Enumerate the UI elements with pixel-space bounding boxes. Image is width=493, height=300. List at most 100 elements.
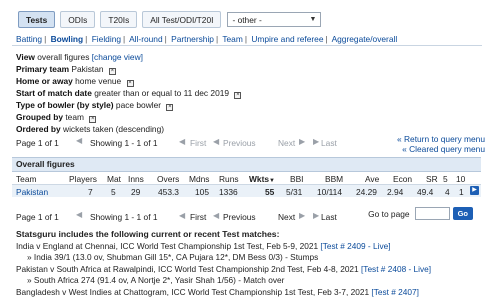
col-header-inns[interactable]: Inns [128, 174, 144, 184]
tab-t20is[interactable]: T20Is [100, 11, 138, 28]
match-link[interactable]: [Test # 2409 - Live] [320, 241, 390, 251]
last-page-icon: ▶ [313, 211, 320, 220]
cleared-query-menu-link[interactable]: Cleared query menu [409, 144, 485, 154]
return-arrow-icon: « [396, 134, 402, 144]
criteria-value: home venue [75, 76, 122, 86]
previous-page-link[interactable]: Previous [223, 212, 256, 222]
table-header-row: Team Players Mat Inns Overs Mdns Runs Wk… [12, 172, 481, 185]
last-page-link[interactable]: Last [321, 138, 337, 148]
remove-filter-icon[interactable]: × [89, 116, 97, 123]
remove-filter-icon[interactable]: × [108, 68, 116, 75]
first-page-icon: ◀ [179, 137, 186, 146]
col-header-10[interactable]: 10 [456, 174, 465, 184]
cell-mat: 5 [111, 187, 116, 197]
chevron-down-icon: ▼ [309, 16, 317, 23]
previous-page-link[interactable]: Previous [223, 138, 256, 148]
remove-filter-icon[interactable]: × [166, 104, 174, 111]
criteria-start-date: Start of match date greater than or equa… [16, 88, 242, 99]
next-page-link[interactable]: Next [278, 138, 295, 148]
criteria-label: Grouped by [16, 112, 63, 122]
tab-all-formats[interactable]: All Test/ODI/T20I [142, 11, 222, 28]
go-button[interactable]: Go [452, 207, 473, 220]
view-type-fielding[interactable]: Fielding [92, 34, 121, 44]
view-type-bowling[interactable]: Bowling [51, 34, 84, 44]
criteria-value: greater than or equal to 11 dec 2019 [94, 88, 230, 98]
view-type-batting[interactable]: Batting [16, 34, 42, 44]
criteria-bowler-type: Type of bowler (by style) pace bowler × [16, 100, 174, 111]
cell-ave: 24.29 [356, 187, 377, 197]
match-score: » South Africa 274 (91.4 ov, A Nortje 2*… [27, 275, 285, 285]
first-page-icon: ◀ [76, 136, 83, 145]
col-header-wkts[interactable]: Wkts▼ [249, 174, 275, 184]
view-type-umpire-referee[interactable]: Umpire and referee [251, 34, 323, 44]
sort-descending-icon: ▼ [269, 178, 275, 184]
criteria-label: Home or away [16, 76, 73, 86]
team-link[interactable]: Pakistan [16, 187, 48, 197]
cleared-query-link-row: « Cleared query menu [402, 144, 485, 154]
expand-row-icon[interactable]: ▶ [470, 186, 479, 195]
next-page-link[interactable]: Next [278, 212, 295, 222]
criteria-value: Pakistan [71, 64, 104, 74]
col-header-mat[interactable]: Mat [107, 174, 121, 184]
match-link[interactable]: [Test # 2407] [371, 287, 419, 297]
criteria-label: View [16, 52, 35, 62]
previous-page-icon: ◀ [213, 211, 220, 220]
cell-inns: 29 [131, 187, 141, 197]
cell-mdns: 105 [195, 187, 209, 197]
col-header-bbi[interactable]: BBI [290, 174, 304, 184]
showing-count: Showing 1 - 1 of 1 [90, 212, 158, 222]
other-format-select[interactable]: - other - ▼ [227, 12, 322, 27]
goto-page-input[interactable] [414, 207, 450, 220]
col-header-sr[interactable]: SR [426, 174, 438, 184]
remove-filter-icon[interactable]: × [126, 80, 134, 87]
match-link[interactable]: [Test # 2408 - Live] [361, 264, 431, 274]
col-header-overs[interactable]: Overs [157, 174, 179, 184]
col-header-team[interactable]: Team [16, 174, 36, 184]
criteria-label: Type of bowler (by style) [16, 100, 114, 110]
match-text: Bangladesh v West Indies at Chattogram, … [16, 287, 370, 297]
view-type-team[interactable]: Team [222, 34, 242, 44]
cell-5: 4 [445, 187, 450, 197]
cell-econ: 2.94 [387, 187, 404, 197]
cell-players: 7 [88, 187, 93, 197]
view-type-aggregate[interactable]: Aggregate/overall [332, 34, 398, 44]
cell-overs: 453.3 [158, 187, 179, 197]
criteria-label: Start of match date [16, 88, 92, 98]
col-header-mdns[interactable]: Mdns [189, 174, 209, 184]
match-text: India v England at Chennai, ICC World Te… [16, 241, 319, 251]
view-type-partnership[interactable]: Partnership [171, 34, 214, 44]
col-header-runs[interactable]: Runs [219, 174, 239, 184]
criteria-value: wickets taken (descending) [63, 124, 165, 134]
criteria-value: overall figures [37, 52, 90, 62]
cell-bbm: 10/114 [317, 187, 342, 197]
match-item: India v England at Chennai, ICC World Te… [16, 241, 391, 251]
tab-odis[interactable]: ODIs [60, 11, 96, 28]
col-header-bbm[interactable]: BBM [325, 174, 343, 184]
view-type-all-round[interactable]: All-round [129, 34, 163, 44]
return-arrow-icon: « [402, 144, 407, 154]
first-page-icon: ◀ [76, 210, 83, 219]
first-page-link[interactable]: First [190, 212, 206, 222]
cell-bbi: 5/31 [286, 187, 303, 197]
criteria-primary-team: Primary team Pakistan × [16, 64, 116, 75]
col-header-players[interactable]: Players [69, 174, 97, 184]
table-row: Pakistan 7 5 29 453.3 105 1336 55 5/31 1… [12, 185, 481, 197]
col-header-ave[interactable]: Ave [365, 174, 379, 184]
change-view-link[interactable]: [change view] [92, 52, 143, 62]
col-header-econ[interactable]: Econ [393, 174, 412, 184]
other-format-select-value: - other - [232, 14, 262, 25]
first-page-link[interactable]: First [190, 138, 206, 148]
criteria-value: team [65, 112, 84, 122]
view-type-links: Batting | Bowling | Fielding | All-round | P… [16, 34, 398, 44]
goto-page: Go to page Go [368, 207, 473, 220]
criteria-value: pace bowler [115, 100, 162, 110]
return-query-menu-link[interactable]: Return to query menu [404, 134, 485, 144]
return-query-link-row: « Return to query menu [397, 134, 485, 144]
last-page-link[interactable]: Last [321, 212, 337, 222]
tab-tests[interactable]: Tests [18, 11, 56, 28]
remove-filter-icon[interactable]: × [234, 92, 242, 99]
criteria-label: Primary team [16, 64, 70, 74]
criteria-ordered-by: Ordered by wickets taken (descending) [16, 124, 164, 134]
format-tabs: Tests ODIs T20Is All Test/ODI/T20I - oth… [18, 11, 322, 28]
col-header-5[interactable]: 5 [443, 174, 448, 184]
